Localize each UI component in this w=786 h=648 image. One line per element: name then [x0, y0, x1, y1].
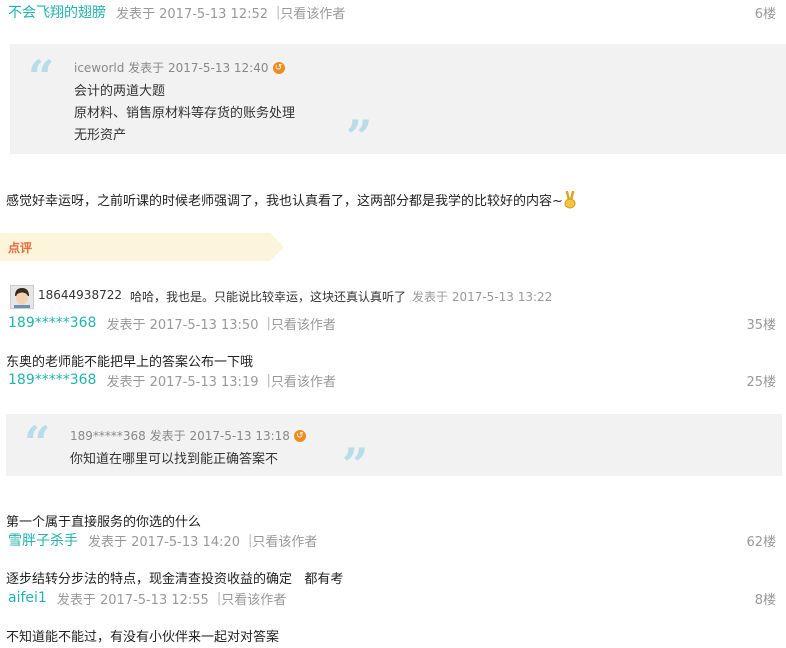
- review-comment: 18644938722 哈哈，我也是。只能说比较幸运，这块还真认真听了 发表于 …: [38, 288, 552, 305]
- floor-number: 8楼: [754, 592, 776, 608]
- post-time: 发表于 2017-5-13 14:20: [88, 534, 241, 550]
- post-header: 不会飞翔的翅膀 发表于 2017-5-13 12:52 | 只看该作者 6楼: [8, 2, 776, 22]
- comment-username[interactable]: 18644938722: [38, 288, 122, 305]
- open-quote-icon: “: [24, 416, 51, 470]
- quote-line: 你知道在哪里可以找到能正确答案不: [70, 452, 279, 467]
- quote-block: “ iceworld 发表于 2017-5-13 12:40 ↺ 会计的两道大题…: [10, 44, 786, 160]
- review-label: 点评: [8, 241, 33, 255]
- floor-number: 35楼: [746, 317, 776, 333]
- username-link[interactable]: 189*****368: [8, 315, 96, 331]
- victory-hand-icon: [564, 190, 576, 208]
- jump-back-icon[interactable]: ↺: [293, 429, 306, 442]
- post-time: 发表于 2017-5-13 12:55: [56, 592, 209, 608]
- comment-text: 哈哈，我也是。只能说比较幸运，这块还真认真听了: [129, 290, 406, 304]
- avatar-icon: [11, 286, 33, 308]
- quote-meta: iceworld 发表于 2017-5-13 12:40 ↺: [74, 59, 285, 76]
- comment-time: 发表于 2017-5-13 13:22: [412, 290, 553, 304]
- close-quote-icon: ”: [342, 438, 369, 492]
- username-link[interactable]: 不会飞翔的翅膀: [8, 2, 106, 22]
- post-text: 感觉好幸运呀，之前听课的时候老师强调了，我也认真看了，这两部分都是我学的比较好的…: [6, 194, 563, 209]
- quote-line: 原材料、销售原材料等存货的账务处理: [74, 106, 296, 121]
- post-time: 发表于 2017-5-13 13:50: [106, 317, 259, 333]
- only-author-link[interactable]: 只看该作者: [221, 589, 286, 608]
- review-tag: 点评: [0, 233, 284, 261]
- post-text: 不知道能不能过，有没有小伙伴来一起对对答案: [6, 630, 280, 645]
- post-header: 雪胖子杀手 发表于 2017-5-13 14:20 | 只看该作者 62楼: [8, 530, 776, 550]
- post-content: 感觉好幸运呀，之前听课的时候老师强调了，我也认真看了，这两部分都是我学的比较好的…: [6, 190, 577, 209]
- post-text: 第一个属于直接服务的你选的什么: [6, 515, 202, 530]
- jump-back-icon[interactable]: ↺: [272, 61, 285, 74]
- floor-number: 25楼: [746, 374, 776, 390]
- username-link[interactable]: aifei1: [8, 590, 47, 606]
- quote-author: iceworld 发表于 2017-5-13 12:40: [74, 61, 269, 75]
- only-author-link[interactable]: 只看该作者: [271, 371, 336, 390]
- username-link[interactable]: 雪胖子杀手: [8, 530, 78, 550]
- post-header: 189*****368 发表于 2017-5-13 13:19 | 只看该作者 …: [8, 370, 776, 390]
- quote-author: 189*****368 发表于 2017-5-13 13:18: [70, 429, 290, 443]
- post-header: aifei1 发表于 2017-5-13 12:55 | 只看该作者 8楼: [8, 588, 776, 608]
- open-quote-icon: “: [28, 50, 55, 104]
- quote-block: “ 189*****368 发表于 2017-5-13 13:18 ↺ 你知道在…: [6, 414, 782, 488]
- only-author-link[interactable]: 只看该作者: [252, 531, 317, 550]
- post-text: 东奥的老师能不能把早上的答案公布一下哦: [6, 355, 254, 370]
- close-quote-icon: ”: [346, 110, 373, 164]
- review-tag-background: [0, 233, 284, 261]
- only-author-link[interactable]: 只看该作者: [280, 3, 345, 22]
- username-link[interactable]: 189*****368: [8, 372, 96, 388]
- floor-number: 62楼: [746, 534, 776, 550]
- only-author-link[interactable]: 只看该作者: [271, 314, 336, 333]
- avatar[interactable]: [10, 285, 34, 309]
- post-text: 逐步结转分步法的特点，现金清查投资收益的确定 都有考: [6, 572, 344, 587]
- quote-line: 无形资产: [74, 128, 127, 143]
- quote-line: 会计的两道大题: [74, 84, 166, 99]
- post-time: 发表于 2017-5-13 13:19: [106, 374, 259, 390]
- floor-number: 6楼: [754, 6, 776, 22]
- post-time: 发表于 2017-5-13 12:52: [116, 6, 269, 22]
- quote-meta: 189*****368 发表于 2017-5-13 13:18 ↺: [70, 427, 306, 444]
- post-header: 189*****368 发表于 2017-5-13 13:50 | 只看该作者 …: [8, 313, 776, 333]
